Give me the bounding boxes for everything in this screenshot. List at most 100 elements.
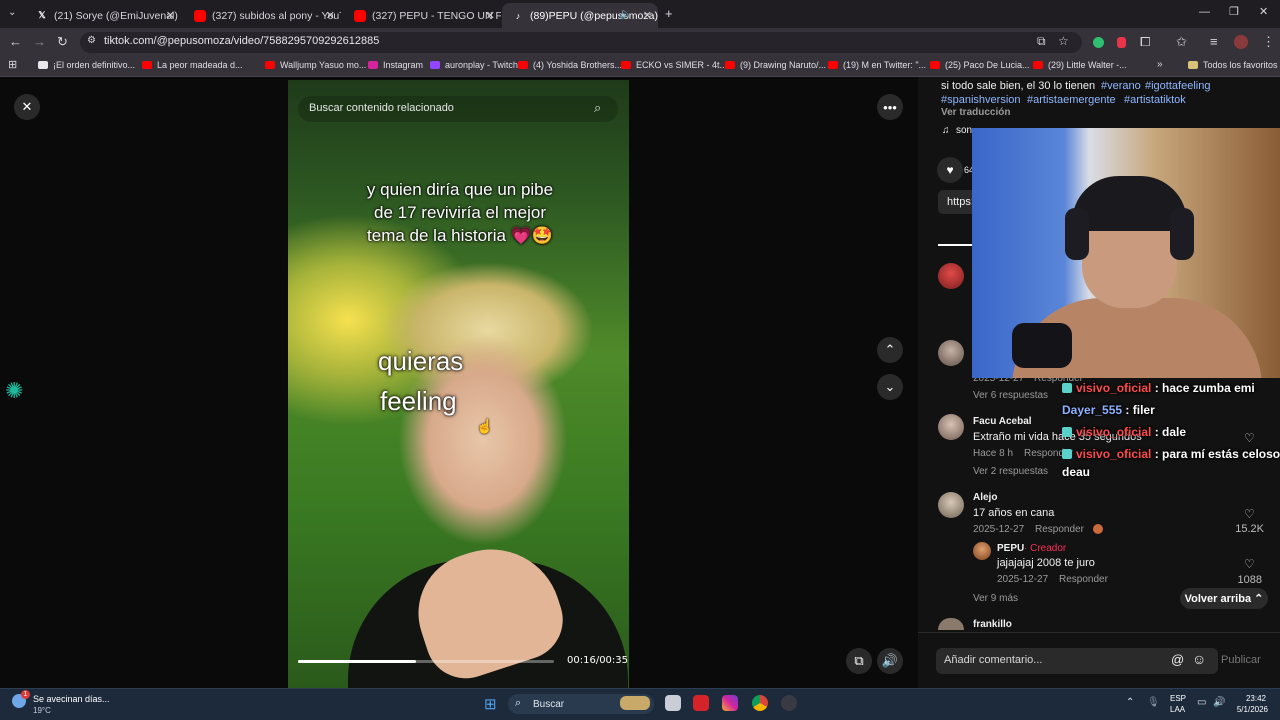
comment-like-icon[interactable]: ♡ xyxy=(1244,557,1255,571)
bookmark-star-icon[interactable]: ☆ xyxy=(1058,35,1069,47)
video-player[interactable] xyxy=(288,80,629,688)
speaker-icon[interactable]: 🔈 xyxy=(620,9,632,20)
more-options-button[interactable]: ••• xyxy=(877,94,903,120)
bookmark-item[interactable]: (29) Little Walter -... xyxy=(1033,60,1127,70)
avatar[interactable] xyxy=(938,263,964,289)
bookmark-item[interactable]: ¡El orden definitivo... xyxy=(38,60,135,70)
lyric-text: feeling xyxy=(380,386,457,416)
clock-time[interactable]: 23:42 xyxy=(1236,694,1266,703)
close-icon[interactable]: ✕ xyxy=(486,9,495,22)
bookmark-item[interactable]: (19) M en Twitter: "... xyxy=(828,60,926,70)
bookmark-item[interactable]: La peor madeada d... xyxy=(142,60,243,70)
all-favorites-folder[interactable]: Todos los favoritos xyxy=(1188,60,1278,70)
avatar[interactable] xyxy=(938,414,964,440)
profile-avatar[interactable] xyxy=(1234,35,1248,49)
back-to-top-button[interactable]: Volver arriba ⌃ xyxy=(1180,588,1268,609)
back-icon[interactable]: ← xyxy=(9,35,22,48)
network-icon[interactable]: ▭ xyxy=(1197,697,1206,708)
bookmark-item[interactable]: Instagram xyxy=(368,60,423,70)
tab-youtube-1[interactable]: (327) subidos al pony - YouTub ✕ xyxy=(184,3,341,28)
favorites-icon[interactable]: ✩ xyxy=(1176,35,1187,48)
comment-like-icon[interactable]: ♡ xyxy=(1244,431,1255,445)
sound-link[interactable]: son xyxy=(956,125,972,136)
bookmark-item[interactable]: (25) Paco De Lucia... xyxy=(930,60,1030,70)
extensions-icon[interactable]: ⧠ xyxy=(1140,35,1150,48)
comment-placeholder: Añadir comentario... xyxy=(944,654,1043,666)
comment-author[interactable]: frankillo xyxy=(973,619,1012,630)
comment-text: jajajajaj 2008 te juro xyxy=(997,557,1095,569)
reply-link[interactable]: Responder xyxy=(1035,524,1084,535)
publish-button[interactable]: Publicar xyxy=(1221,654,1261,666)
tab-tiktok[interactable]: ♪ (89)PEPU (@pepusomoza) | 🔈 ✕ xyxy=(502,3,658,28)
related-search-placeholder: Buscar contenido relacionado xyxy=(309,102,454,114)
see-translation-link[interactable]: Ver traducción xyxy=(941,107,1010,118)
close-icon[interactable]: ✕ xyxy=(643,9,652,22)
comment-author[interactable]: Facu Acebal xyxy=(973,416,1032,427)
microphone-tray-icon[interactable]: 🎙 xyxy=(1147,697,1160,708)
bookmark-item[interactable]: ECKO vs SIMER - 4t... xyxy=(621,60,727,70)
tab-youtube-2[interactable]: (327) PEPU - TENGO UN FEELIN ✕ xyxy=(344,3,501,28)
bookmark-item[interactable]: (9) Drawing Naruto/... xyxy=(725,60,826,70)
menu-kebab-icon[interactable]: ⋮ xyxy=(1262,35,1275,48)
extension-red-icon[interactable] xyxy=(1117,37,1126,48)
window-close-icon[interactable]: ✕ xyxy=(1259,7,1268,18)
avatar[interactable] xyxy=(973,542,991,560)
view-more-link[interactable]: Ver 9 más xyxy=(973,593,1018,604)
site-info-icon[interactable]: ⚙ xyxy=(87,36,96,46)
comment-author[interactable]: PEPU xyxy=(997,543,1024,554)
view-replies-link[interactable]: Ver 6 respuestas xyxy=(973,390,1048,401)
youtube-icon xyxy=(194,9,206,22)
app-icon[interactable] xyxy=(781,695,797,711)
hashtag-link[interactable]: #artistaemergente xyxy=(1027,94,1116,106)
tab-search-icon[interactable]: ⌄ xyxy=(8,8,16,18)
avatar[interactable] xyxy=(938,340,964,366)
bookmark-item[interactable]: Walljump Yasuo mo... xyxy=(265,60,366,70)
hashtag-link[interactable]: #artistatiktok xyxy=(1124,94,1186,106)
close-video-button[interactable]: ✕ xyxy=(14,94,40,120)
comment-author[interactable]: Alejo xyxy=(973,492,997,503)
weather-title[interactable]: Se avecinan días... xyxy=(33,694,110,704)
view-replies-link[interactable]: Ver 2 respuestas xyxy=(973,466,1048,477)
avatar[interactable] xyxy=(938,492,964,518)
close-icon[interactable]: ✕ xyxy=(166,9,175,22)
chrome-icon[interactable] xyxy=(752,695,768,711)
apps-grid-icon[interactable]: ⊞ xyxy=(8,60,17,71)
url-text[interactable]: tiktok.com/@pepusomoza/video/75882957092… xyxy=(104,35,379,47)
close-icon[interactable]: ✕ xyxy=(326,9,335,22)
language-layout[interactable]: LAA xyxy=(1170,705,1185,714)
minimize-icon[interactable]: — xyxy=(1199,7,1210,18)
hashtag-link[interactable]: #igottafeeling xyxy=(1145,80,1210,92)
next-video-button[interactable]: ⌄ xyxy=(877,374,903,400)
instagram-icon[interactable] xyxy=(722,695,738,711)
media-controls-icon[interactable]: ≡ xyxy=(1210,35,1218,48)
language-code[interactable]: ESP xyxy=(1170,694,1186,703)
hashtag-link[interactable]: #spanishversion xyxy=(941,94,1021,106)
new-tab-icon[interactable]: + xyxy=(665,7,673,20)
reload-icon[interactable]: ↻ xyxy=(57,35,68,48)
tray-chevron-icon[interactable]: ⌃ xyxy=(1126,697,1134,708)
reply-link[interactable]: Responder xyxy=(1059,574,1108,585)
assistant-icon[interactable]: ✺ xyxy=(5,378,23,404)
previous-video-button[interactable]: ⌃ xyxy=(877,337,903,363)
install-app-icon[interactable]: ⧉ xyxy=(1037,35,1046,47)
volume-tray-icon[interactable]: 🔊 xyxy=(1213,697,1225,708)
tab-x[interactable]: 𝕏 (21) Sorye (@EmiJuvenal) / X ✕ xyxy=(26,3,181,28)
emoji-icon[interactable]: ☺ xyxy=(1192,651,1206,667)
mini-player-button[interactable]: ⧉ xyxy=(846,648,872,674)
task-view-icon[interactable] xyxy=(665,695,681,711)
bookmark-item[interactable]: (4) Yoshida Brothers... xyxy=(518,60,622,70)
extension-green-icon[interactable] xyxy=(1093,37,1104,48)
bookmark-item[interactable]: auronplay - Twitch xyxy=(430,60,518,70)
more-bookmarks-icon[interactable]: » xyxy=(1157,60,1163,70)
app-icon[interactable] xyxy=(693,695,709,711)
volume-button[interactable]: 🔊 xyxy=(877,648,903,674)
search-icon[interactable]: ⌕ xyxy=(594,100,601,116)
restore-icon[interactable]: ❐ xyxy=(1229,7,1239,18)
windows-start-icon[interactable]: ⊞ xyxy=(484,695,497,713)
forward-icon[interactable]: → xyxy=(33,35,46,48)
hashtag-link[interactable]: #verano xyxy=(1101,80,1141,92)
mention-icon[interactable]: @ xyxy=(1171,652,1184,667)
clock-date[interactable]: 5/1/2026 xyxy=(1232,705,1268,714)
like-button[interactable]: ♥ xyxy=(937,157,963,183)
comment-like-icon[interactable]: ♡ xyxy=(1244,507,1255,521)
